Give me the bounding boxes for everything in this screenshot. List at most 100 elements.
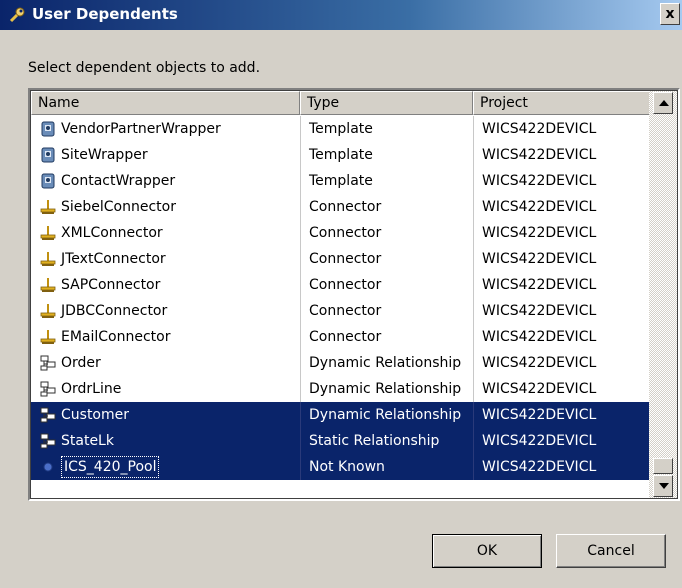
row-name-label: SiebelConnector [61,199,176,215]
cell-name: JDBCConnector [31,298,300,324]
cell-type: Connector [300,220,473,246]
table-row[interactable]: JTextConnector Connector WICS422DEVICL [31,246,651,272]
scroll-down-button[interactable] [653,475,673,497]
table-row[interactable]: XMLConnector Connector WICS422DEVICL [31,220,651,246]
cell-project: WICS422DEVICL [473,246,651,272]
vertical-scrollbar[interactable] [649,91,677,498]
cell-project: WICS422DEVICL [473,142,651,168]
cell-name: VendorPartnerWrapper [31,116,300,142]
cell-name: JTextConnector [31,246,300,272]
scroll-thumb[interactable] [653,458,673,474]
row-name-label: SAPConnector [61,277,161,293]
title-bar[interactable]: User Dependents x [0,0,682,30]
cell-name: Customer [31,402,300,428]
template-icon [39,172,57,190]
cell-type: Connector [300,324,473,350]
table-row[interactable]: JDBCConnector Connector WICS422DEVICL [31,298,651,324]
column-header-name[interactable]: Name [31,91,300,115]
column-header-type[interactable]: Type [300,91,473,115]
cell-type: Template [300,142,473,168]
list-header: Name Type Project [31,91,651,115]
cell-project: WICS422DEVICL [473,402,651,428]
cell-type: Not Known [300,454,473,480]
user-dependents-dialog: User Dependents x Select dependent objec… [0,0,682,588]
cell-name: SiteWrapper [31,142,300,168]
table-row[interactable]: ICS_420_Pool Not Known WICS422DEVICL [31,454,651,480]
row-name-label: Customer [61,407,130,423]
cell-type: Connector [300,298,473,324]
relationship-icon [39,406,57,424]
cell-type: Template [300,116,473,142]
arrow-up-icon [659,100,669,106]
cell-name: OrdrLine [31,376,300,402]
ok-button[interactable]: OK [432,534,542,568]
connector-icon [39,328,57,346]
cell-project: WICS422DEVICL [473,116,651,142]
list-rows: VendorPartnerWrapper Template WICS422DEVIC… [31,116,651,480]
cell-project: WICS422DEVICL [473,376,651,402]
cell-name: Order [31,350,300,376]
table-row[interactable]: EMailConnector Connector WICS422DEVICL [31,324,651,350]
table-row[interactable]: SiteWrapper Template WICS422DEVICL [31,142,651,168]
row-name-label: Order [61,355,101,371]
dialog-title: User Dependents [32,5,178,23]
template-icon [39,120,57,138]
cell-type: Static Relationship [300,428,473,454]
cell-type: Connector [300,246,473,272]
dependents-list[interactable]: Name Type Project VendorPartnerWrapper Te… [28,88,680,501]
table-row[interactable]: SiebelConnector Connector WICS422DEVICL [31,194,651,220]
cell-project: WICS422DEVICL [473,298,651,324]
cell-project: WICS422DEVICL [473,454,651,480]
column-header-project[interactable]: Project [473,91,651,115]
close-button[interactable]: x [660,3,680,25]
row-name-label: EMailConnector [61,329,171,345]
cell-project: WICS422DEVICL [473,324,651,350]
pool-dot-icon [39,458,57,476]
cell-type: Template [300,168,473,194]
connector-icon [39,276,57,294]
connector-icon [39,198,57,216]
cell-project: WICS422DEVICL [473,168,651,194]
connector-icon [39,302,57,320]
row-name-label: OrdrLine [61,381,122,397]
table-row[interactable]: Customer Dynamic Relationship WICS422DEVIC… [31,402,651,428]
connector-icon [39,250,57,268]
cell-project: WICS422DEVICL [473,428,651,454]
cell-type: Dynamic Relationship [300,402,473,428]
row-name-label: JDBCConnector [61,303,168,319]
table-row[interactable]: StateLk Static Relationship WICS422DEVICL [31,428,651,454]
cell-type: Connector [300,272,473,298]
row-name-label: SiteWrapper [61,147,148,163]
cell-project: WICS422DEVICL [473,194,651,220]
connector-icon [39,224,57,242]
cell-name: XMLConnector [31,220,300,246]
cell-name: ICS_420_Pool [31,454,300,480]
table-row[interactable]: OrdrLine Dynamic Relationship WICS422DEVIC… [31,376,651,402]
arrow-down-icon [659,483,669,489]
cell-name: SAPConnector [31,272,300,298]
cell-name: EMailConnector [31,324,300,350]
relationship-icon [39,380,57,398]
row-name-label: ICS_420_Pool [61,456,160,478]
row-name-label: XMLConnector [61,225,163,241]
row-name-label: StateLk [61,433,114,449]
scroll-up-button[interactable] [653,92,673,114]
cell-name: StateLk [31,428,300,454]
wrench-icon [9,7,25,23]
row-name-label: ContactWrapper [61,173,176,189]
cancel-button[interactable]: Cancel [556,534,666,568]
table-row[interactable]: ContactWrapper Template WICS422DEVICL [31,168,651,194]
relationship-icon [39,354,57,372]
cell-type: Dynamic Relationship [300,376,473,402]
row-name-label: VendorPartnerWrapper [61,121,221,137]
row-name-label: JTextConnector [61,251,166,267]
cell-type: Dynamic Relationship [300,350,473,376]
table-row[interactable]: SAPConnector Connector WICS422DEVICL [31,272,651,298]
cell-name: ContactWrapper [31,168,300,194]
table-row[interactable]: VendorPartnerWrapper Template WICS422DEVIC… [31,116,651,142]
instruction-text: Select dependent objects to add. [28,60,261,76]
cell-project: WICS422DEVICL [473,220,651,246]
template-icon [39,146,57,164]
table-row[interactable]: Order Dynamic Relationship WICS422DEVICL [31,350,651,376]
relationship-icon [39,432,57,450]
